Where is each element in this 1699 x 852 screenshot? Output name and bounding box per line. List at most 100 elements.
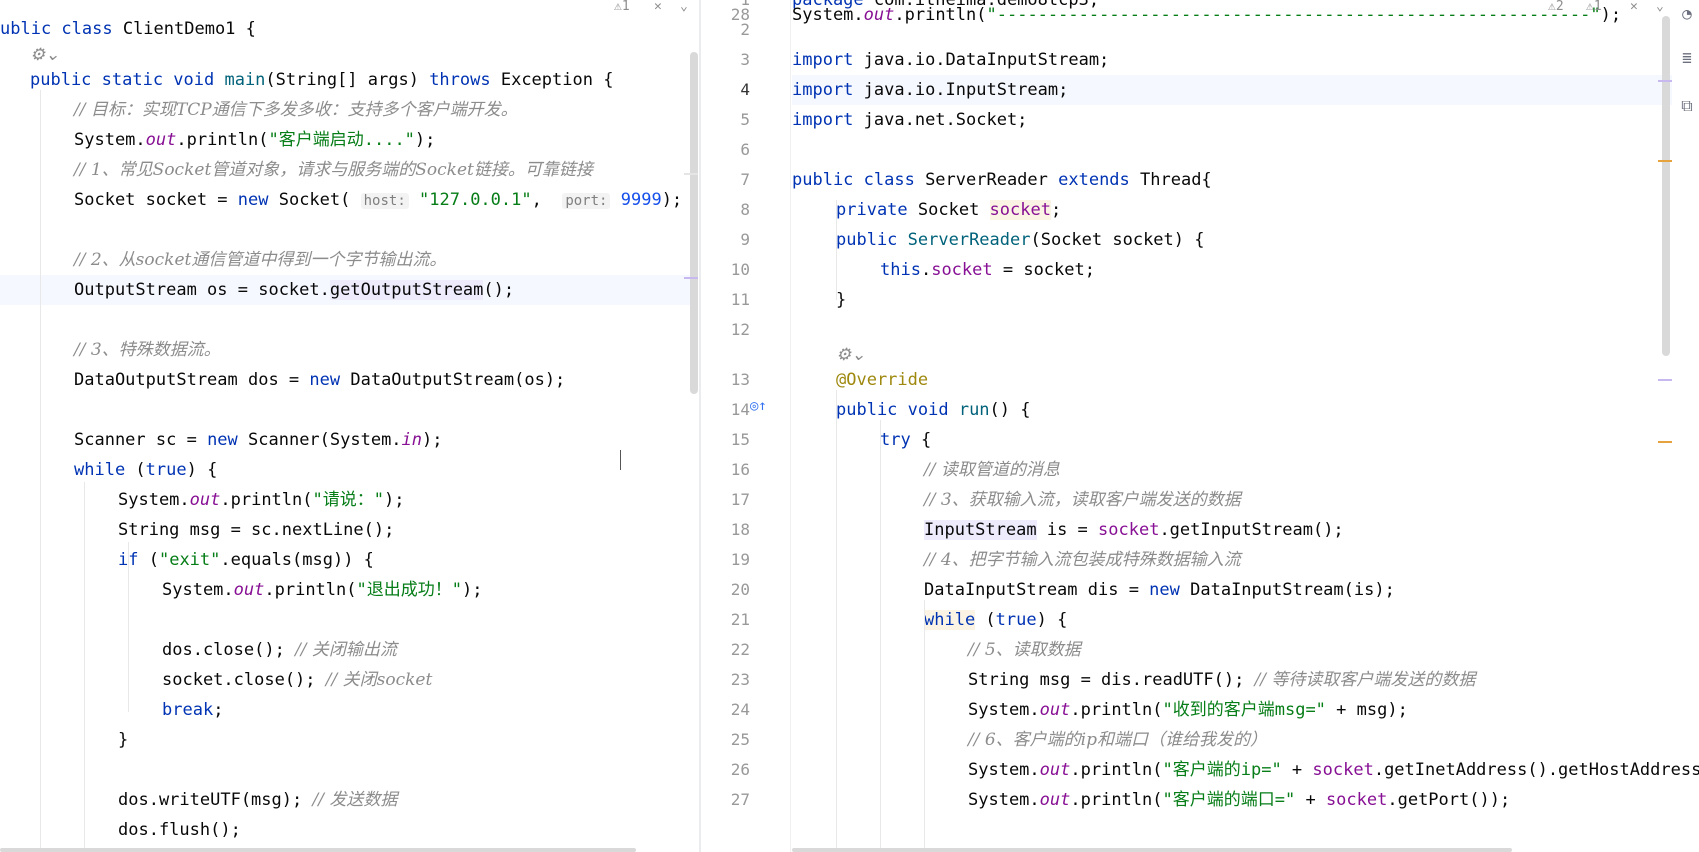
code-line[interactable]: DataOutputStream dos = new DataOutputStr… — [0, 365, 565, 395]
code-line-content: // 读取管道的消息 — [792, 460, 1060, 480]
code-line-content: @Override — [792, 370, 928, 390]
code-line[interactable]: while (true) { — [792, 605, 1067, 635]
editor-pane-server[interactable]: 1234567891011121314151617181920212223242… — [702, 0, 1699, 852]
code-line-content: import java.io.DataInputStream; — [792, 50, 1109, 70]
code-line[interactable]: break; — [0, 695, 223, 725]
notifications-icon[interactable]: ◔ — [1677, 4, 1697, 24]
warning-badge[interactable]: ⚠1 — [1586, 0, 1602, 14]
scroll-marker[interactable] — [1658, 160, 1672, 162]
code-token: // 3、获取输入流，读取客户端发送的数据 — [924, 490, 1241, 510]
code-line[interactable]: System.out.println("客户端的ip=" + socket.ge… — [792, 755, 1699, 785]
code-line[interactable]: DataInputStream dis = new DataInputStrea… — [792, 575, 1395, 605]
scroll-marker[interactable] — [1658, 441, 1672, 443]
code-line[interactable]: import java.io.InputStream; — [792, 75, 1672, 105]
pane-divider[interactable] — [699, 0, 701, 852]
code-line[interactable]: // 4、把字节输入流包装成特殊数据输入流 — [792, 545, 1241, 575]
scroll-marker[interactable] — [1658, 379, 1672, 381]
code-token: public static void — [30, 70, 225, 90]
code-line-content: System.out.println("--------------------… — [792, 5, 1621, 25]
code-line[interactable]: public class ServerReader extends Thread… — [792, 165, 1212, 195]
code-line[interactable]: public ServerReader(Socket socket) { — [792, 225, 1204, 255]
code-line[interactable]: System.out.println("收到的客户端msg=" + msg); — [792, 695, 1408, 725]
code-line[interactable]: // 1、常见Socket管道对象，请求与服务端的Socket链接。可靠链接 — [0, 155, 593, 185]
code-line[interactable]: // 2、从socket通信管道中得到一个字节输出流。 — [0, 245, 446, 275]
code-token: ) { — [1036, 610, 1068, 630]
code-line[interactable]: String msg = dis.readUTF(); // 等待读取客户端发送… — [792, 665, 1475, 695]
code-line[interactable]: public static void main(String[] args) t… — [0, 65, 613, 95]
code-line[interactable]: public void run() { — [792, 395, 1031, 425]
code-token: // 3、特殊数据流。 — [74, 340, 221, 360]
code-line[interactable]: Scanner sc = new Scanner(System.in); — [0, 425, 443, 455]
override-icon[interactable]: ◎↑ — [750, 398, 767, 414]
scroll-marker[interactable] — [1658, 80, 1672, 82]
horizontal-scrollbar[interactable] — [792, 848, 1512, 852]
code-token: run — [958, 400, 990, 420]
code-token: System. — [968, 700, 1040, 720]
chevron-down-icon[interactable]: ⌄ — [1656, 0, 1664, 14]
code-token: (Socket socket) { — [1030, 230, 1205, 250]
close-icon[interactable]: ✕ — [654, 0, 662, 14]
code-line[interactable]: OutputStream os = socket.getOutputStream… — [0, 275, 690, 305]
code-line[interactable]: Socket socket = new Socket( host: "127.0… — [0, 185, 682, 215]
code-token: if — [118, 550, 149, 570]
scroll-marker[interactable] — [684, 173, 698, 175]
code-line[interactable]: this.socket = socket; — [792, 255, 1095, 285]
code-line[interactable] — [0, 755, 118, 785]
code-line[interactable]: } — [0, 725, 128, 755]
code-line[interactable]: if ("exit".equals(msg)) { — [0, 545, 374, 575]
code-line-content: // 3、特殊数据流。 — [0, 340, 221, 360]
line-number: 11 — [730, 290, 750, 309]
code-token: ServerReader — [925, 170, 1059, 190]
code-line[interactable]: // 3、获取输入流，读取客户端发送的数据 — [792, 485, 1241, 515]
line-number-gutter[interactable]: 1234567891011121314151617181920212223242… — [702, 0, 791, 852]
code-line[interactable] — [0, 215, 74, 245]
line-number: 16 — [730, 460, 750, 479]
code-line[interactable]: import java.io.DataInputStream; — [792, 45, 1109, 75]
warning-badge[interactable]: ⚠1 — [614, 0, 630, 14]
code-token: socket — [1098, 520, 1160, 540]
code-line[interactable]: } — [792, 285, 846, 315]
code-line[interactable]: private Socket socket; — [792, 195, 1061, 225]
code-line[interactable]: System.out.println("客户端的端口=" + socket.ge… — [792, 785, 1510, 815]
vertical-scrollbar[interactable] — [690, 52, 698, 394]
code-line[interactable]: // 目标：实现TCP通信下多发多收：支持多个客户端开发。 — [0, 95, 518, 125]
code-line[interactable]: // 6、客户端的ip和端口（谁给我发的） — [792, 725, 1267, 755]
code-token: public class — [792, 170, 926, 190]
code-line[interactable]: dos.close(); // 关闭输出流 — [0, 635, 397, 665]
code-line[interactable] — [0, 305, 74, 335]
code-line[interactable]: System.out.println("请说："); — [0, 485, 404, 515]
code-token: + — [1295, 790, 1326, 810]
code-line[interactable]: dos.writeUTF(msg); // 发送数据 — [0, 785, 397, 815]
vertical-scrollbar[interactable] — [1662, 16, 1670, 356]
line-number: 5 — [740, 110, 750, 129]
editor-pane-client[interactable]: ublic class ClientDemo1 {⚙⌄ public static… — [0, 0, 700, 852]
warning-badge[interactable]: ⚠2 — [1548, 0, 1564, 14]
code-line[interactable]: dos.flush(); — [0, 815, 241, 845]
code-line-content: System.out.println("客户端的端口=" + socket.ge… — [792, 790, 1510, 810]
code-token: // 等待读取客户端发送的数据 — [1254, 670, 1476, 690]
code-line[interactable]: while (true) { — [0, 455, 217, 485]
code-line[interactable]: // 读取管道的消息 — [792, 455, 1060, 485]
code-token: InputStream — [924, 520, 1037, 540]
code-line[interactable]: String msg = sc.nextLine(); — [0, 515, 394, 545]
text-cursor — [620, 450, 621, 470]
code-line[interactable]: System.out.println("客户端启动...."); — [0, 125, 435, 155]
horizontal-scrollbar[interactable] — [0, 848, 636, 852]
code-line[interactable]: import java.net.Socket; — [792, 105, 1027, 135]
code-line-content — [0, 310, 74, 330]
code-line[interactable]: // 3、特殊数据流。 — [0, 335, 221, 365]
code-line[interactable]: try { — [792, 425, 931, 455]
database-icon[interactable]: ≣ — [1677, 48, 1697, 68]
code-line[interactable]: @Override — [792, 365, 928, 395]
close-icon[interactable]: ✕ — [1630, 0, 1638, 14]
plugin-icon[interactable]: ⧉ — [1677, 96, 1697, 116]
code-line[interactable] — [0, 605, 162, 635]
code-token: socket.close(); — [162, 670, 326, 690]
code-line[interactable]: socket.close(); // 关闭socket — [0, 665, 432, 695]
code-line[interactable]: System.out.println("退出成功！"); — [0, 575, 482, 605]
code-line[interactable]: InputStream is = socket.getInputStream()… — [792, 515, 1344, 545]
scroll-marker[interactable] — [684, 277, 698, 279]
code-line[interactable]: System.out.println("--------------------… — [792, 0, 1621, 30]
code-line[interactable] — [0, 395, 74, 425]
chevron-down-icon[interactable]: ⌄ — [680, 0, 688, 14]
